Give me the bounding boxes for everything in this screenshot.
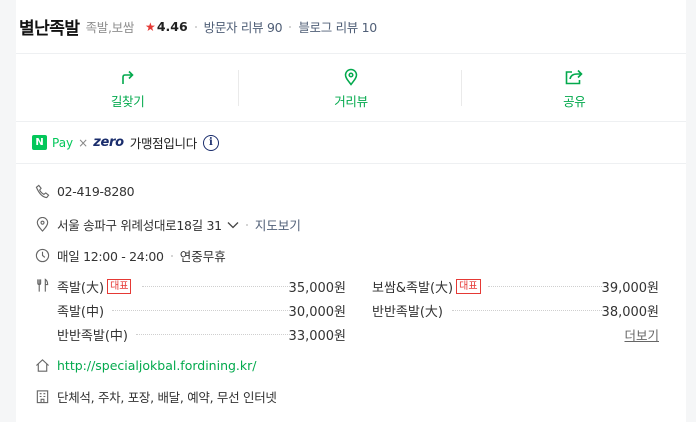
home-icon — [34, 357, 50, 373]
menu-item[interactable]: 족발(大) 대표 — [57, 277, 132, 296]
menu-item[interactable]: 반반족발(中) — [57, 325, 128, 344]
menu-item-price: 38,000원 — [601, 305, 659, 320]
payment-row: N Pay × zero 가맹점입니다 i — [16, 122, 686, 164]
directions-button[interactable]: 길찾기 — [16, 54, 239, 121]
menu-item-price: 30,000원 — [288, 305, 346, 320]
menu-more-link[interactable]: 더보기 — [624, 325, 659, 344]
facilities-row: 단체석, 주차, 포장, 배달, 예약, 무선 인터넷 — [34, 387, 277, 406]
homepage-link[interactable]: http://specialjokbal.fordining.kr/ — [57, 358, 257, 373]
share-icon — [566, 69, 583, 85]
phone-row: 02-419-8280 — [34, 183, 135, 199]
phone-number[interactable]: 02-419-8280 — [57, 184, 135, 199]
separator-dot — [289, 25, 292, 28]
homepage-row: http://specialjokbal.fordining.kr/ — [34, 357, 257, 373]
menu-item-price: 39,000원 — [601, 281, 659, 296]
star-icon: ★ — [145, 19, 156, 34]
clock-icon — [34, 248, 50, 264]
menu-item-price: 35,000원 — [288, 281, 346, 296]
zero-pay-logo: zero — [93, 135, 124, 150]
holiday-text: 연중무휴 — [179, 249, 226, 264]
menu-item[interactable]: 족발(中) — [57, 301, 104, 320]
location-pin-icon — [344, 68, 358, 86]
separator-dot — [194, 25, 197, 28]
menu-item-name: 반반족발(大) — [372, 305, 443, 320]
address-row: 서울 송파구 위례성대로18길 31 지도보기 — [34, 215, 301, 234]
menu-item-name: 반반족발(中) — [57, 329, 128, 344]
divider — [461, 70, 462, 106]
menu-item-price: 33,000원 — [288, 329, 346, 344]
menu-item[interactable]: 반반족발(大) — [372, 301, 443, 320]
share-button[interactable]: 공유 — [463, 54, 686, 121]
place-header: 별난족발 족발,보쌈 ★ 4.46 방문자 리뷰 90 블로그 리뷰 10 — [16, 0, 686, 54]
menu-item-name: 보쌈&족발(大) — [372, 281, 454, 296]
place-category: 족발,보쌈 — [85, 20, 135, 35]
menu-item[interactable]: 보쌈&족발(大) 대표 — [372, 277, 481, 296]
dotted-leader — [136, 334, 290, 335]
place-title[interactable]: 별난족발 — [19, 14, 80, 39]
menu-row — [34, 277, 50, 293]
share-label: 공유 — [563, 94, 586, 109]
business-hours[interactable]: 매일 12:00 - 24:00 — [57, 246, 164, 265]
separator-dot — [170, 254, 173, 257]
menu-item-name: 족발(大) — [57, 281, 105, 296]
blog-reviews-link[interactable]: 블로그 리뷰 10 — [298, 17, 377, 36]
chevron-down-icon[interactable] — [227, 221, 239, 229]
dotted-leader — [142, 286, 290, 287]
action-bar: 길찾기 거리뷰 공유 — [16, 54, 686, 122]
streetview-label: 거리뷰 — [334, 94, 368, 109]
pay-merchant-text: 가맹점입니다 — [129, 136, 198, 151]
visitor-reviews-link[interactable]: 방문자 리뷰 90 — [204, 17, 283, 36]
streetview-button[interactable]: 거리뷰 — [239, 54, 462, 121]
menu-item-name: 족발(中) — [57, 305, 105, 320]
signature-badge: 대표 — [107, 279, 132, 294]
directions-label: 길찾기 — [110, 94, 145, 109]
x-separator: × — [78, 135, 89, 150]
npay-logo-icon: N — [32, 135, 47, 150]
rating-value: 4.46 — [156, 19, 188, 34]
info-icon[interactable]: i — [202, 134, 219, 151]
facilities-text: 단체석, 주차, 포장, 배달, 예약, 무선 인터넷 — [57, 390, 277, 405]
hours-row: 매일 12:00 - 24:00 연중무휴 — [34, 246, 226, 265]
place-card: 별난족발 족발,보쌈 ★ 4.46 방문자 리뷰 90 블로그 리뷰 10 길찾… — [16, 0, 686, 422]
dotted-leader — [488, 286, 604, 287]
directions-icon — [121, 70, 134, 84]
location-pin-icon — [34, 217, 50, 233]
npay-label: Pay — [52, 135, 74, 150]
signature-badge: 대표 — [456, 279, 481, 294]
phone-icon — [34, 183, 50, 199]
building-icon — [34, 389, 50, 405]
divider — [238, 70, 239, 106]
address-text[interactable]: 서울 송파구 위례성대로18길 31 — [57, 215, 222, 234]
map-link[interactable]: 지도보기 — [255, 215, 301, 234]
dotted-leader — [112, 310, 290, 311]
utensils-icon — [34, 277, 50, 293]
separator-dot — [245, 223, 248, 226]
dotted-leader — [452, 310, 604, 311]
